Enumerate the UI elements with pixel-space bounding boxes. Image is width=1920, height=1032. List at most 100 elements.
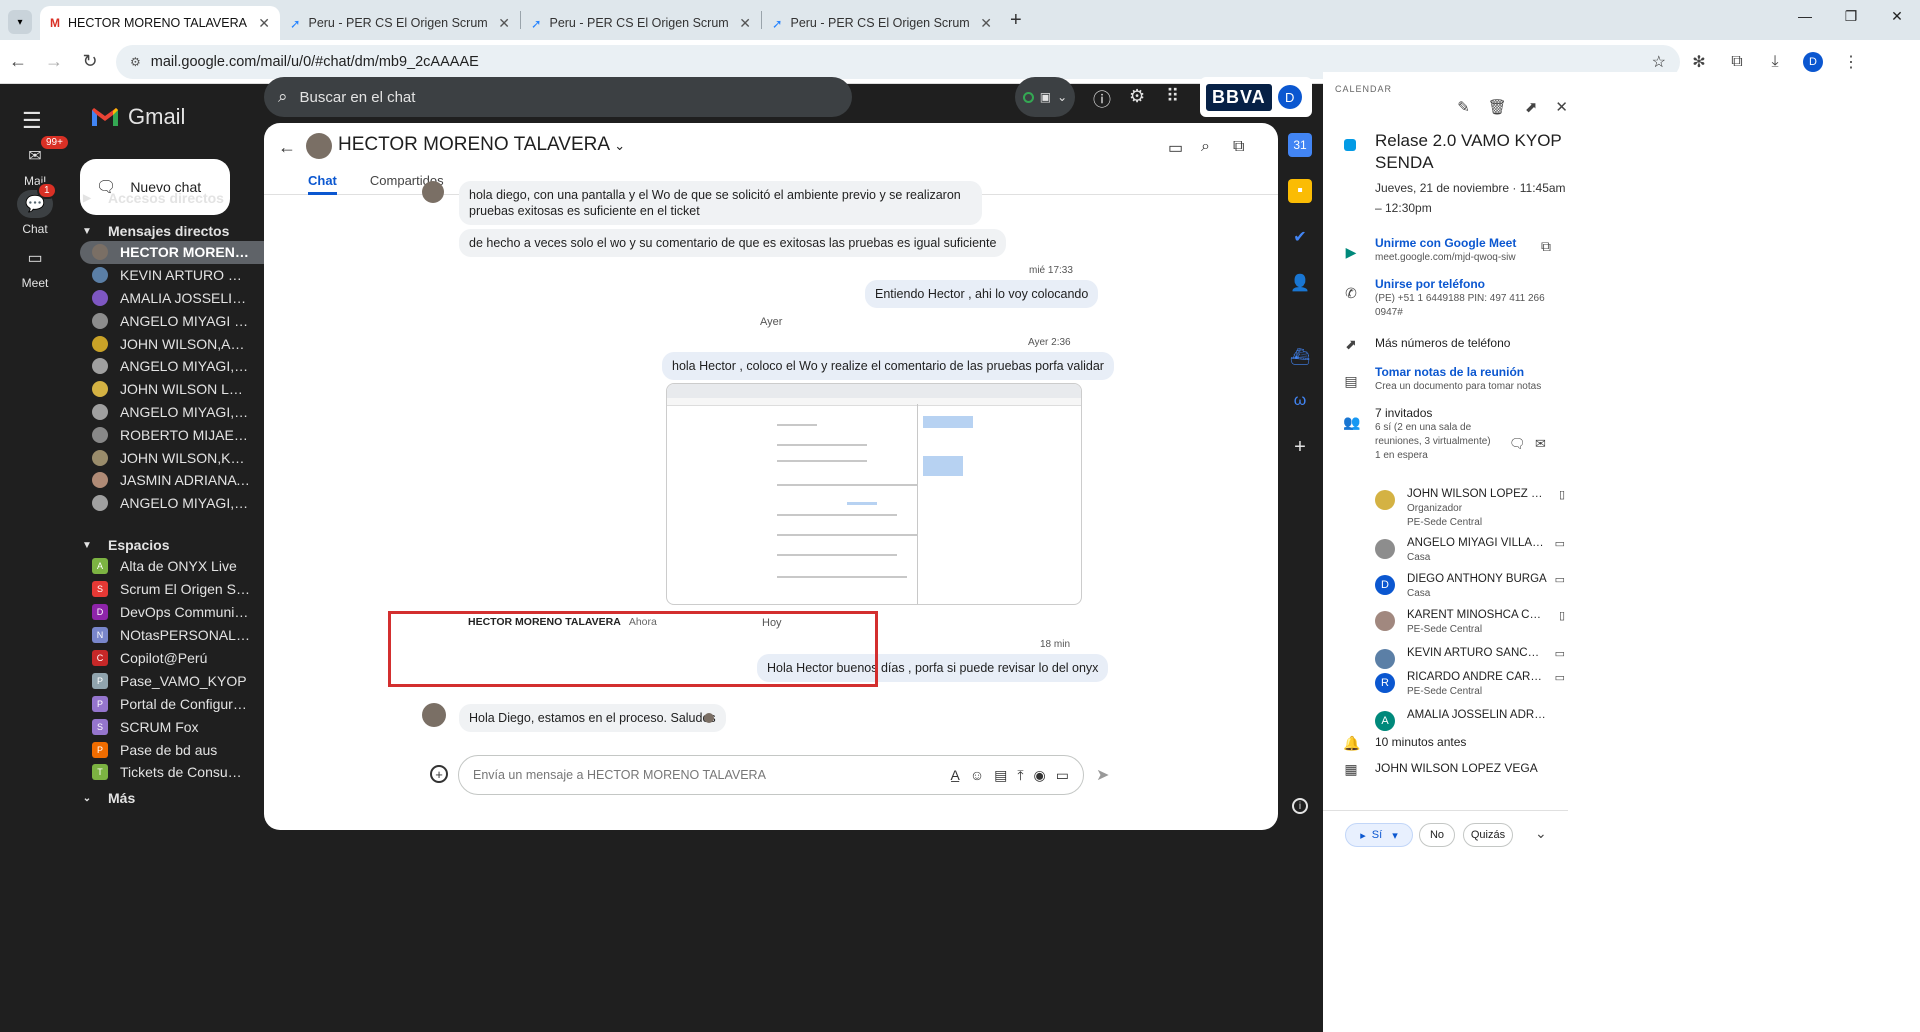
email-guests-icon[interactable]: ✉	[1535, 436, 1546, 452]
rsvp-maybe-button[interactable]: Quizás	[1463, 823, 1513, 847]
upload-icon[interactable]: ⤒	[1017, 767, 1023, 784]
video-call-icon[interactable]: ▭	[1168, 138, 1183, 158]
guest-item[interactable]: D DIEGO ANTHONY BURGA Casa ▭	[1375, 573, 1565, 607]
active-status-icon	[1022, 91, 1034, 103]
restore-icon[interactable]: ❐	[1828, 0, 1874, 32]
extension-icon[interactable]: ✻	[1680, 52, 1718, 72]
take-notes-link[interactable]: Tomar notas de la reunión Crea un docume…	[1375, 365, 1560, 394]
dm-name: JOHN WILSON LOPEZ VEGA	[120, 381, 250, 398]
browser-tab[interactable]: ➚ Peru - PER CS El Origen Scrum ✕	[521, 6, 761, 40]
gif-icon[interactable]: ▤	[994, 767, 1007, 784]
video-icon: ▭	[1554, 672, 1565, 684]
tab-search-button[interactable]: ▾	[8, 10, 32, 34]
profile-avatar[interactable]: D	[1794, 51, 1832, 72]
guests-waiting: 1 en espera	[1375, 450, 1428, 461]
search-icon[interactable]: ⌕	[1201, 138, 1210, 156]
close-window-icon[interactable]: ✕	[1874, 0, 1920, 32]
avatar	[92, 472, 108, 489]
avatar	[92, 335, 108, 352]
trash-icon[interactable]: 🗑	[1488, 98, 1507, 116]
rsvp-yes-button[interactable]: ▸ Sí ▾	[1345, 823, 1413, 847]
add-addon-icon[interactable]: +	[1288, 435, 1312, 459]
dm-name: HECTOR MORENO TALAVERA	[120, 244, 250, 261]
guest-item[interactable]: JOHN WILSON LOPEZ VEGA Organizador PE-Sed…	[1375, 488, 1565, 528]
bookmark-star-icon[interactable]: ☆	[1652, 52, 1666, 72]
send-icon[interactable]: ➤	[1096, 765, 1109, 785]
addon-icon[interactable]: ⛴	[1288, 345, 1312, 369]
close-tab-icon[interactable]: ✕	[498, 15, 510, 32]
format-text-icon[interactable]: A̲	[950, 767, 959, 783]
guest-item[interactable]: KARENT MINOSHCA CASTRO PE-Sede Central ▯	[1375, 609, 1565, 643]
rsvp-no-button[interactable]: No	[1419, 823, 1455, 847]
space-name: Tickets de Consumo ONYX	[120, 764, 250, 781]
account-switcher[interactable]: BBVA D	[1200, 77, 1312, 117]
download-icon[interactable]: ⤓	[1756, 53, 1794, 71]
rail-mail[interactable]: ✉ 99+ Mail	[0, 134, 70, 188]
record-icon[interactable]: ◉	[1034, 767, 1046, 784]
help-icon[interactable]: ⓘ	[1093, 86, 1111, 112]
back-arrow-icon[interactable]: ←	[0, 51, 36, 72]
avatar	[92, 244, 108, 261]
guest-role: Casa	[1407, 588, 1431, 599]
add-attachment-icon[interactable]: +	[430, 765, 448, 783]
guests-summary: 7 invitados 6 sí (2 en una sala de reuni…	[1375, 406, 1495, 463]
read-receipt-avatar	[704, 713, 714, 723]
pop-out-icon[interactable]: ⧉	[1233, 138, 1244, 156]
contacts-icon[interactable]: 👤	[1288, 271, 1312, 295]
edit-pencil-icon[interactable]: ✎	[1457, 98, 1470, 116]
browser-menu-icon[interactable]: ⋮	[1832, 52, 1870, 72]
chat-search-input[interactable]: ⌕ Buscar en el chat	[264, 77, 852, 117]
extensions-puzzle-icon[interactable]: ⧉	[1718, 53, 1756, 71]
tasks-icon[interactable]: ✔	[1288, 225, 1312, 249]
keep-icon[interactable]: ▪	[1288, 179, 1312, 203]
reload-icon[interactable]: ↻	[72, 51, 108, 72]
info-icon[interactable]: i	[1292, 798, 1308, 814]
copy-icon[interactable]: ⧉	[1541, 238, 1551, 255]
more-label: Más	[108, 790, 136, 806]
rail-meet[interactable]: ▭ Meet	[0, 244, 70, 290]
apps-grid-icon[interactable]: ⠿	[1166, 86, 1179, 107]
gmail-logo[interactable]: Gmail	[90, 104, 185, 130]
settings-gear-icon[interactable]: ⚙	[1129, 86, 1145, 107]
close-icon[interactable]: ✕	[1555, 98, 1568, 116]
event-title: Relase 2.0 VAMO KYOP SENDA	[1375, 131, 1562, 172]
gmail-favicon: M	[50, 16, 60, 30]
minimize-icon[interactable]: —	[1782, 0, 1828, 32]
screenshot-button	[923, 416, 973, 428]
chevron-down-icon[interactable]: ⌄	[1535, 825, 1547, 842]
space-icon: T	[92, 764, 108, 781]
tab-chat[interactable]: Chat	[308, 173, 337, 195]
guest-item[interactable]: R RICARDO ANDRE CARBAJAL PE-Sede Central…	[1375, 671, 1565, 705]
browser-tab-active[interactable]: M HECTOR MORENO TALAVERA - ✕	[40, 6, 280, 40]
new-tab-button[interactable]: +	[1010, 9, 1022, 32]
forward-arrow-icon[interactable]: →	[36, 51, 72, 72]
join-phone-link[interactable]: Unirse por teléfono (PE) +51 1 6449188 P…	[1375, 277, 1560, 320]
contact-name[interactable]: HECTOR MORENO TALAVERA ⌄	[338, 134, 625, 156]
main-menu-icon[interactable]: ☰	[22, 108, 42, 134]
close-tab-icon[interactable]: ✕	[258, 15, 270, 32]
emoji-icon[interactable]: ☺	[970, 767, 984, 783]
message-input[interactable]: Envía un mensaje a HECTOR MORENO TALAVER…	[458, 755, 1084, 795]
new-chat-button[interactable]: 🗨 Nuevo chat	[80, 159, 230, 215]
profile-initial: D	[1803, 51, 1823, 72]
back-arrow-icon[interactable]: ←	[278, 137, 296, 158]
join-meet-link[interactable]: Unirme con Google Meet meet.google.com/m…	[1375, 236, 1560, 265]
dm-name: KEVIN ARTURO SÁNCHEZ	[120, 267, 250, 284]
site-info-icon[interactable]: ⚙	[130, 55, 141, 69]
close-tab-icon[interactable]: ✕	[739, 15, 751, 32]
guest-item[interactable]: ANGELO MIYAGI VILLANUEVA Casa ▭	[1375, 537, 1565, 571]
open-new-icon[interactable]: ⬈	[1525, 98, 1538, 116]
close-tab-icon[interactable]: ✕	[980, 15, 992, 32]
message-timestamp: Ahora	[628, 616, 657, 628]
video-message-icon[interactable]: ▭	[1056, 767, 1069, 784]
browser-tab[interactable]: ➚ Peru - PER CS El Origen Scrum ✕	[280, 6, 520, 40]
status-selector[interactable]: ▣ ⌄	[1015, 77, 1075, 117]
tab-title: Peru - PER CS El Origen Scrum	[790, 16, 970, 30]
space-icon: N	[92, 627, 108, 644]
browser-tab[interactable]: ➚ Peru - PER CS El Origen Scrum ✕	[762, 6, 1002, 40]
webex-icon[interactable]: ω	[1288, 389, 1312, 413]
chat-guests-icon[interactable]: 🗨	[1509, 436, 1526, 452]
calendar-app-icon[interactable]: 31	[1288, 133, 1312, 157]
rail-chat[interactable]: 💬 1 Chat	[0, 182, 70, 236]
attached-screenshot[interactable]	[666, 383, 1082, 605]
